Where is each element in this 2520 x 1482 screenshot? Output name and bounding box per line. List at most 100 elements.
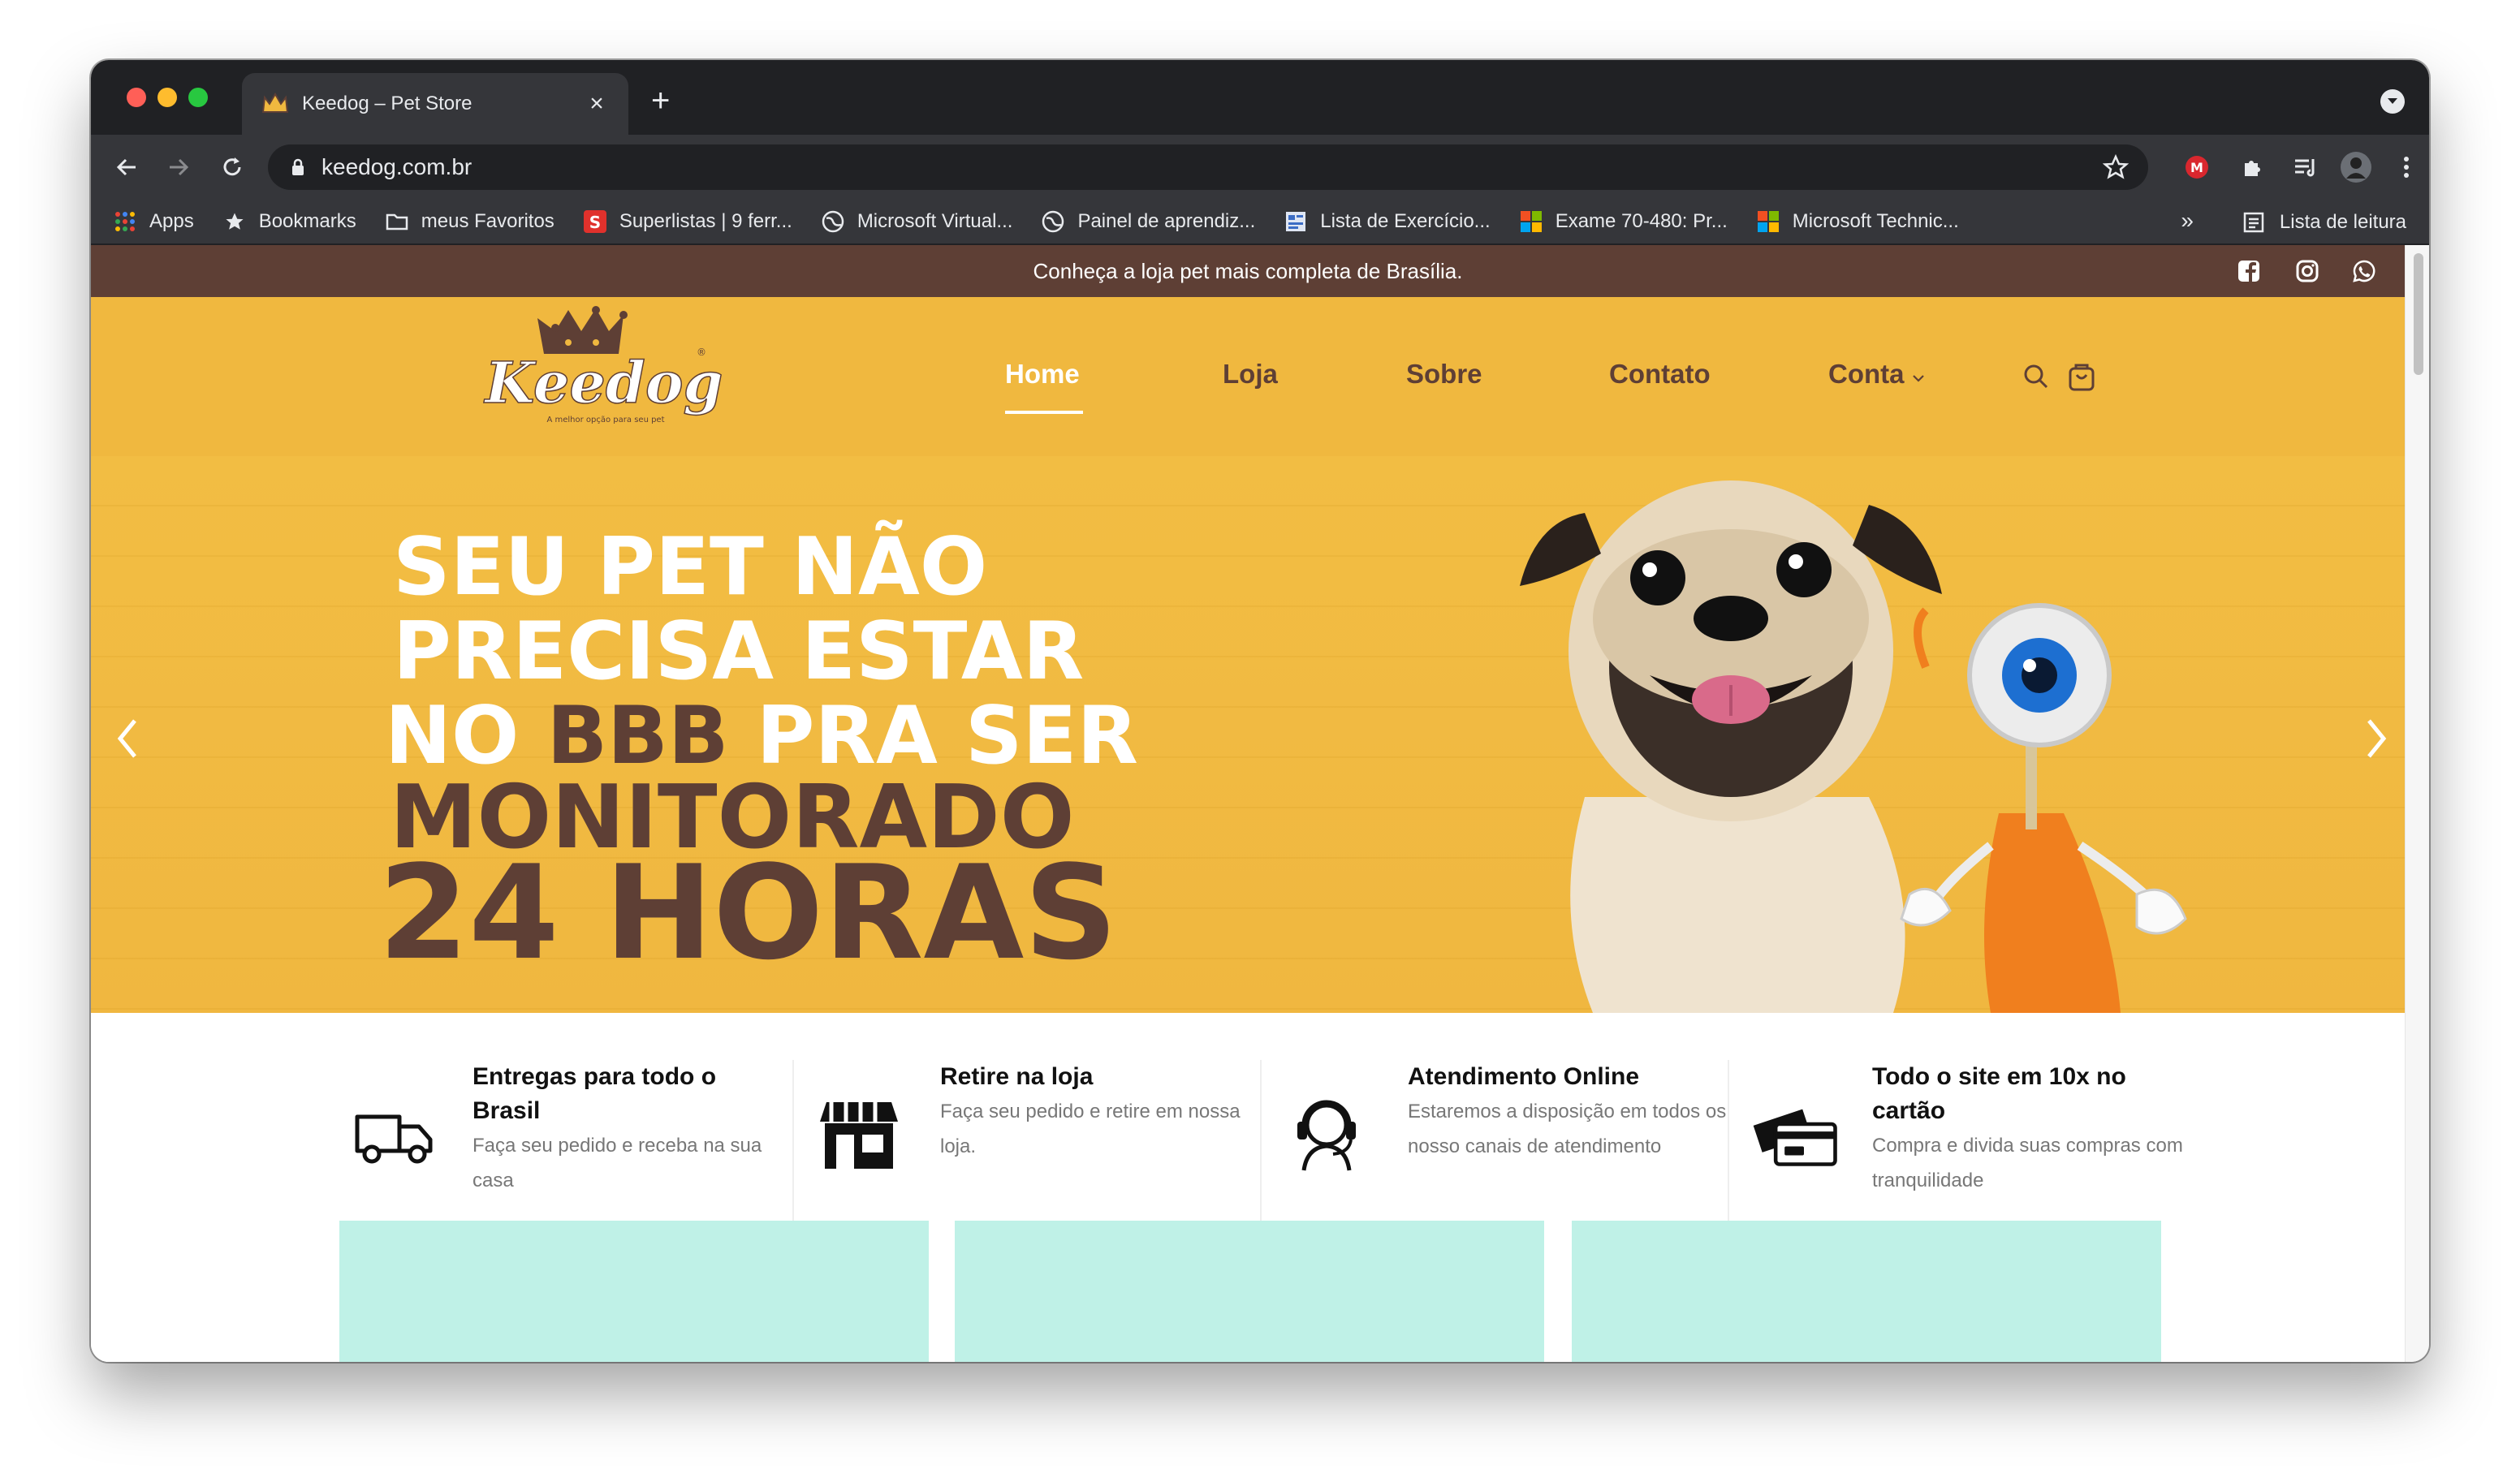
globe-icon [1042, 210, 1064, 233]
folder-icon [386, 210, 408, 233]
tab-strip: Keedog – Pet Store × + [91, 60, 2429, 135]
nav-home[interactable]: Home [1005, 359, 1080, 390]
feature-installments: Todo o site em 10x no cartão Compra e di… [1750, 1060, 2205, 1239]
scrollbar-thumb[interactable] [2414, 253, 2423, 375]
headset-support-icon [1297, 1100, 1356, 1171]
feature-title: Atendimento Online [1408, 1063, 1639, 1090]
bookmarks-bar: Apps Bookmarks meus Favoritos S Superlis… [91, 200, 2429, 245]
feature-divider [792, 1060, 794, 1235]
browser-tab[interactable]: Keedog – Pet Store × [242, 73, 628, 135]
superlistas-icon: S [583, 210, 606, 233]
extensions-puzzle-icon[interactable] [2236, 151, 2268, 183]
hero-line-1: SEU PET NÃO [393, 519, 987, 614]
profile-avatar[interactable] [2340, 151, 2372, 183]
bookmark-microsoft-technic[interactable]: Microsoft Technic... [1757, 210, 1959, 233]
feature-description: Compra e divida suas compras com tranqui… [1872, 1135, 2183, 1191]
store-icon [820, 1102, 898, 1169]
reload-icon[interactable] [214, 149, 250, 185]
minimize-window-button[interactable] [158, 88, 177, 107]
close-tab-icon[interactable]: × [585, 90, 609, 118]
close-window-button[interactable] [127, 88, 146, 107]
media-controls-icon[interactable] [2289, 151, 2322, 183]
hero-banner: SEU PET NÃO PRECISA ESTAR NO BBB PRA SER… [91, 456, 2405, 1013]
category-card[interactable] [339, 1221, 929, 1362]
keedog-logo[interactable]: Keedog A melhor opção para seu pet ® [481, 304, 724, 450]
page-scrollbar[interactable] [2405, 245, 2429, 1362]
url-text: keedog.com.br [321, 154, 472, 179]
new-tab-button[interactable]: + [651, 84, 670, 117]
announcement-bar: Conheça a loja pet mais completa de Bras… [91, 245, 2405, 297]
category-card[interactable] [955, 1221, 1544, 1362]
back-icon[interactable] [109, 149, 145, 185]
nav-active-indicator [1005, 411, 1083, 414]
star-icon [223, 210, 246, 233]
feature-title: Retire na loja [940, 1063, 1094, 1090]
nav-loja[interactable]: Loja [1223, 359, 1278, 390]
document-icon [1284, 210, 1307, 233]
globe-icon [822, 210, 844, 233]
bookmark-lista-exercicio[interactable]: Lista de Exercício... [1284, 210, 1491, 233]
browser-toolbar: keedog.com.br M [91, 135, 2429, 200]
hero-headline: SEU PET NÃO PRECISA ESTAR NO BBB PRA SER… [378, 519, 1138, 989]
bookmark-star-icon[interactable] [2102, 153, 2129, 184]
cart-icon[interactable] [2065, 360, 2098, 393]
web-page: Conheça a loja pet mais completa de Bras… [91, 245, 2405, 1362]
instagram-icon[interactable] [2296, 260, 2319, 282]
feature-title: Entregas para todo o Brasil [472, 1063, 717, 1124]
apps-grid-icon [114, 210, 136, 233]
hero-line-2: PRECISA ESTAR [393, 605, 1084, 698]
address-bar[interactable]: keedog.com.br [268, 144, 2148, 190]
feature-delivery: Entregas para todo o Brasil Faça seu ped… [351, 1060, 805, 1239]
bookmark-superlistas[interactable]: S Superlistas | 9 ferr... [583, 210, 792, 233]
svg-text:A melhor opção para seu pet: A melhor opção para seu pet [546, 416, 664, 424]
bookmark-apps[interactable]: Apps [114, 210, 194, 233]
maximize-window-button[interactable] [188, 88, 208, 107]
feature-title: Todo o site em 10x no cartão [1872, 1063, 2126, 1124]
microsoft-icon [1520, 210, 1543, 233]
tab-search-icon[interactable] [2380, 89, 2405, 114]
reading-list-button[interactable]: Lista de leitura [2242, 200, 2406, 245]
keedog-favicon-icon [261, 93, 289, 113]
hero-line-5: 24 HORAS [378, 837, 1118, 989]
feature-description: Faça seu pedido e receba na sua casa [472, 1135, 762, 1191]
bookmark-painel[interactable]: Painel de aprendiz... [1042, 210, 1255, 233]
nav-contato[interactable]: Contato [1609, 359, 1711, 390]
slider-prev-arrow-icon[interactable] [112, 714, 145, 763]
feature-divider [1260, 1060, 1262, 1235]
browser-window: Keedog – Pet Store × + keedog.com.br M A… [91, 60, 2429, 1362]
reading-list-icon [2243, 212, 2264, 233]
nav-conta-label: Conta [1828, 359, 1905, 389]
category-card[interactable] [1572, 1221, 2161, 1362]
feature-description: Faça seu pedido e retire em nossa loja. [940, 1101, 1241, 1157]
bookmarks-overflow-button[interactable]: » [2181, 208, 2194, 234]
site-header: Keedog A melhor opção para seu pet ® Hom… [91, 297, 2405, 458]
forward-icon[interactable] [161, 149, 196, 185]
delivery-truck-icon [355, 1114, 433, 1164]
svg-text:Keedog: Keedog [484, 349, 723, 416]
feature-description: Estaremos a disposição em todos os nosso… [1408, 1101, 1727, 1157]
svg-text:S: S [589, 213, 601, 232]
mega-extension-icon[interactable]: M [2181, 151, 2213, 183]
nav-conta[interactable]: Conta [1828, 359, 1925, 390]
bookmark-exame-70-480[interactable]: Exame 70-480: Pr... [1520, 210, 1728, 233]
whatsapp-icon[interactable] [2353, 260, 2375, 282]
search-icon[interactable] [2020, 360, 2052, 393]
announcement-text: Conheça a loja pet mais completa de Bras… [1033, 258, 1463, 283]
svg-text:M: M [2190, 160, 2203, 175]
credit-card-icon [1753, 1109, 1837, 1166]
lock-icon [292, 158, 304, 175]
nav-sobre[interactable]: Sobre [1406, 359, 1482, 390]
bookmark-bookmarks[interactable]: Bookmarks [223, 210, 356, 233]
feature-online-support: Atendimento Online Estaremos a disposiçã… [1286, 1060, 1741, 1239]
bookmark-meus-favoritos[interactable]: meus Favoritos [386, 210, 554, 233]
browser-menu-icon[interactable] [2390, 151, 2423, 183]
feature-store-pickup: Retire na loja Faça seu pedido e retire … [818, 1060, 1273, 1239]
svg-text:®: ® [697, 347, 706, 358]
slider-next-arrow-icon[interactable] [2359, 714, 2392, 763]
chevron-down-icon [1912, 375, 1924, 382]
microsoft-icon [1757, 210, 1780, 233]
bbb-eye-mascot [1900, 603, 2187, 1013]
tab-title: Keedog – Pet Store [302, 93, 472, 114]
facebook-icon[interactable] [2237, 260, 2260, 282]
bookmark-microsoft-virtual[interactable]: Microsoft Virtual... [822, 210, 1012, 233]
